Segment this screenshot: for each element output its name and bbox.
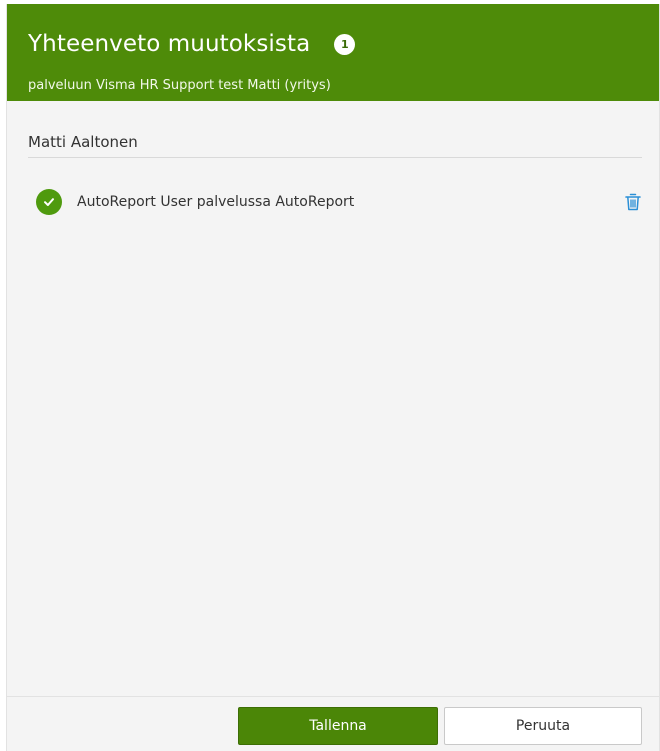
changes-summary-dialog: Yhteenveto muutoksista 1 palveluun Visma…	[6, 4, 660, 751]
change-count-badge: 1	[334, 33, 356, 55]
person-name: Matti Aaltonen	[28, 133, 138, 151]
save-button[interactable]: Tallenna	[238, 707, 438, 745]
cancel-button[interactable]: Peruuta	[444, 707, 642, 745]
dialog-footer: Tallenna Peruuta	[7, 696, 659, 751]
dialog-header: Yhteenveto muutoksista 1 palveluun Visma…	[7, 4, 659, 101]
section-divider	[28, 157, 642, 158]
header-title-row: Yhteenveto muutoksista 1	[28, 31, 356, 57]
trash-icon[interactable]	[622, 191, 644, 213]
change-item-label: AutoReport User palvelussa AutoReport	[77, 194, 355, 210]
check-circle-icon	[36, 189, 62, 215]
dialog-title: Yhteenveto muutoksista	[28, 31, 311, 57]
dialog-subtitle: palveluun Visma HR Support test Matti (y…	[28, 78, 331, 93]
change-item: AutoReport User palvelussa AutoReport	[36, 187, 644, 217]
